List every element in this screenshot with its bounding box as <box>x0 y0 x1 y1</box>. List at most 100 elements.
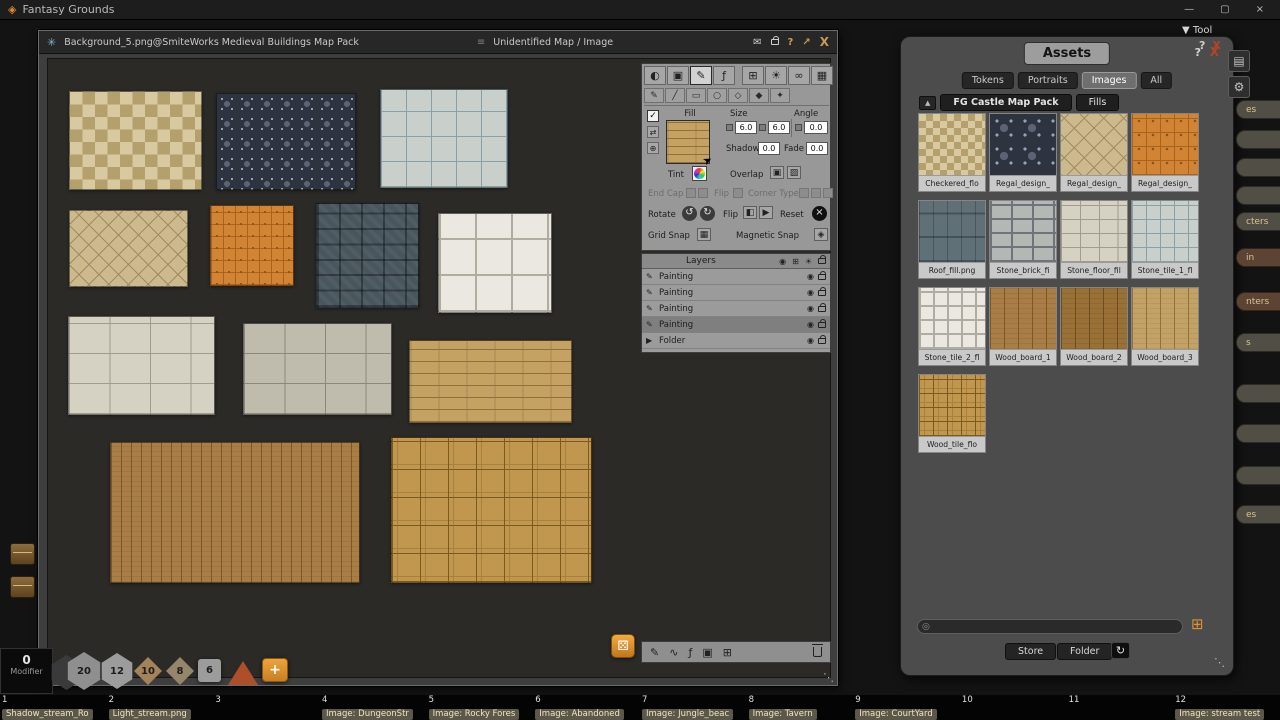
pin-icon[interactable]: ✳ <box>47 36 56 49</box>
tool-grid-icon[interactable]: ⊞ <box>742 66 764 85</box>
die-d10[interactable]: 10 <box>134 657 162 685</box>
popout-icon[interactable]: ↗ <box>802 37 810 48</box>
asset-item[interactable]: Wood_board_1 <box>989 287 1057 366</box>
grid-view-icon[interactable]: ⊞ <box>1191 615 1204 633</box>
canvas-texture-stone-tile-1[interactable] <box>380 89 508 188</box>
canvas-texture-regal-orange[interactable] <box>210 205 294 286</box>
sidebar-options-gear-icon[interactable]: ⚙ <box>1228 76 1250 98</box>
shadow-input[interactable]: 0.0 <box>758 142 780 155</box>
hotkey-label[interactable]: Image: Jungle_beac <box>642 709 733 720</box>
hotkey-slot[interactable]: 2 Light_stream.png <box>107 695 214 720</box>
canvas-texture-wood-tile[interactable] <box>391 437 592 583</box>
layer-row[interactable]: ✎ Painting ◉ <box>642 269 830 285</box>
hotkey-slot[interactable]: 12 Image: stream test <box>1173 695 1280 720</box>
hotkey-slot[interactable]: 6 Image: Abandoned <box>533 695 640 720</box>
tint-color-picker[interactable] <box>692 166 707 181</box>
draw-rect-icon[interactable]: ▭ <box>686 88 706 103</box>
fill-texture-preview[interactable]: ➤ <box>666 120 710 164</box>
die-d4[interactable] <box>228 660 258 686</box>
hotkey-label[interactable]: Image: Abandoned <box>535 709 624 720</box>
breadcrumb-chip[interactable]: Fills <box>1076 94 1120 111</box>
hotkey-label[interactable]: Image: DungeonStr <box>322 709 413 720</box>
sidebar-button[interactable]: s <box>1236 333 1280 352</box>
dice-tower-button[interactable]: ⚄ <box>611 634 635 658</box>
modifier-box[interactable]: 0 Modifier <box>0 648 53 694</box>
angle-input[interactable]: 0.0 <box>804 121 828 134</box>
canvas-texture-stone-floor-gray[interactable] <box>243 323 392 415</box>
fill-enabled-checkbox[interactable]: ✓ <box>647 110 659 122</box>
layers-lock-icon[interactable] <box>818 258 826 264</box>
help-icon[interactable]: ? <box>788 37 794 48</box>
hotkey-label[interactable]: Light_stream.png <box>109 709 191 720</box>
delete-layer-icon[interactable] <box>813 647 822 657</box>
sidebar-button[interactable] <box>1236 466 1280 485</box>
canvas-texture-regal-dark[interactable] <box>216 93 356 190</box>
asset-item[interactable]: Roof_fill.png <box>918 200 986 279</box>
overlap-mode-1-button[interactable]: ▣ <box>770 166 784 179</box>
draw-pencil-icon[interactable]: ✎ <box>644 88 664 103</box>
breadcrumb-up-button[interactable]: ▲ <box>919 96 936 110</box>
lock-icon[interactable] <box>771 39 779 45</box>
asset-item[interactable]: Stone_brick_fi <box>989 200 1057 279</box>
add-die-button[interactable]: + <box>262 658 288 682</box>
rotate-ccw-button[interactable]: ↺ <box>682 206 697 221</box>
layer-row[interactable]: ✎ Painting ◉ <box>642 317 830 333</box>
hotkey-slot[interactable]: 10 <box>960 695 1067 720</box>
reset-button[interactable]: × <box>812 206 827 221</box>
sidebar-portrait-button[interactable]: ▤ <box>1228 50 1250 72</box>
sidebar-button[interactable] <box>1236 384 1280 403</box>
layers-light-icon[interactable]: ☀ <box>805 257 812 266</box>
add-curve-layer-button[interactable]: ∿ <box>669 646 678 659</box>
chest-shortcut-icon-2[interactable] <box>10 576 35 598</box>
draw-stamp-icon[interactable]: ✦ <box>770 88 790 103</box>
layers-grid-icon[interactable]: ⊞ <box>792 257 799 266</box>
hotkey-slot[interactable]: 5 Image: Rocky Fores <box>427 695 534 720</box>
grid-snap-toggle[interactable]: ▦ <box>697 228 711 241</box>
fade-input[interactable]: 0.0 <box>806 142 828 155</box>
breadcrumb-chip[interactable]: FG Castle Map Pack <box>940 94 1071 111</box>
layer-visibility-icon[interactable]: ◉ <box>807 320 814 329</box>
map-tab-unidentified[interactable]: Unidentified Map / Image <box>493 37 613 48</box>
asset-item[interactable]: Regal_design_ <box>989 113 1057 192</box>
hotkey-label[interactable]: Image: stream test <box>1175 709 1264 720</box>
add-image-layer-button[interactable]: ▣ <box>702 646 712 659</box>
hotkey-slot[interactable]: 8 Image: Tavern <box>747 695 854 720</box>
add-fx-layer-button[interactable]: ƒ <box>688 646 692 659</box>
sidebar-button[interactable] <box>1236 130 1280 149</box>
tool-table-icon[interactable]: ▦ <box>811 66 833 85</box>
overlap-mode-2-button[interactable]: ▨ <box>787 166 801 179</box>
asset-item[interactable]: Regal_design_ <box>1060 113 1128 192</box>
layer-lock-icon[interactable] <box>818 338 826 344</box>
asset-item[interactable]: Wood_board_2 <box>1060 287 1128 366</box>
hotkey-label[interactable]: Image: Tavern <box>749 709 817 720</box>
map-tab-background[interactable]: Background_5.png@SmiteWorks Medieval Bui… <box>64 37 359 48</box>
tool-light-icon[interactable]: ☀ <box>765 66 787 85</box>
canvas-texture-regal-beige[interactable] <box>69 210 188 287</box>
asset-item[interactable]: Wood_board_3 <box>1131 287 1199 366</box>
asset-item[interactable]: Wood_tile_flo <box>918 374 986 453</box>
draw-fill-icon[interactable]: ◆ <box>749 88 769 103</box>
flip-horizontal-button[interactable]: ◧ <box>743 206 757 219</box>
folder-button[interactable]: Folder <box>1057 643 1112 660</box>
die-d6[interactable]: 6 <box>198 659 221 682</box>
asset-item[interactable]: Regal_design_ <box>1131 113 1199 192</box>
asset-item[interactable]: Stone_tile_1_fl <box>1131 200 1199 279</box>
duplicate-layer-button[interactable]: ⊞ <box>723 646 732 659</box>
hotkey-label[interactable]: Shadow_stream_Ro <box>2 709 93 720</box>
tool-sphere-icon[interactable]: ◐ <box>644 66 666 85</box>
add-drawing-layer-button[interactable]: ✎ <box>650 646 659 659</box>
tool-select-icon[interactable]: ▣ <box>667 66 689 85</box>
assets-tab[interactable]: Images <box>1082 72 1137 89</box>
asset-item[interactable]: Stone_tile_2_fl <box>918 287 986 366</box>
close-map-button[interactable]: X <box>820 35 829 49</box>
fill-swap-icon[interactable]: ⇄ <box>647 126 659 138</box>
sidebar-button[interactable]: in <box>1236 248 1280 267</box>
hotkey-slot[interactable]: 4 Image: DungeonStr <box>320 695 427 720</box>
assets-resize-handle[interactable]: ⋱ <box>1214 656 1225 669</box>
assets-tab[interactable]: Portraits <box>1018 72 1078 89</box>
store-button[interactable]: Store <box>1005 643 1056 660</box>
sidebar-button[interactable]: cters <box>1236 212 1280 231</box>
assets-tab[interactable]: Tokens <box>962 72 1014 89</box>
assets-search-input[interactable]: ◎ <box>917 619 1183 634</box>
sidebar-button[interactable]: es <box>1236 100 1280 119</box>
